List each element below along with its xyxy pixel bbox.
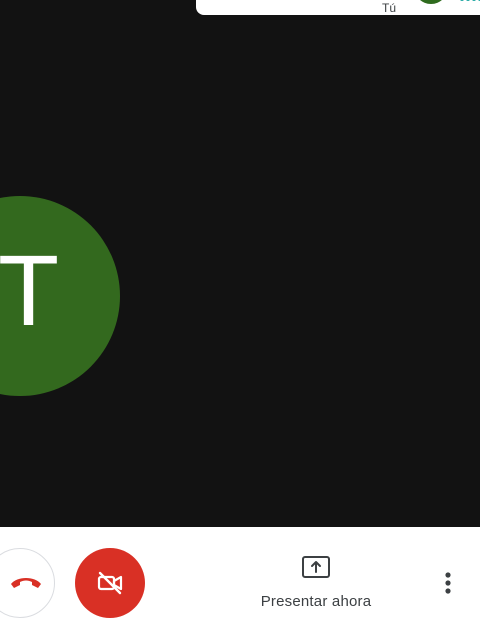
present-now-label: Presentar ahora: [260, 593, 372, 610]
self-label: Tú: [382, 1, 397, 15]
participant-initial: T: [0, 235, 60, 347]
video-toggle-button[interactable]: [75, 548, 145, 618]
avatar-icon: [414, 0, 448, 4]
more-vert-icon: [445, 572, 451, 594]
more-options-button[interactable]: [432, 567, 464, 599]
phone-hangup-icon: [11, 578, 41, 588]
participant-avatar: T: [0, 196, 120, 396]
audio-dots-icon: [460, 0, 480, 5]
present-screen-icon: [302, 556, 330, 578]
video-off-icon: [97, 571, 123, 595]
video-stage: Tú T: [0, 0, 480, 527]
self-preview-tile[interactable]: Tú: [196, 0, 480, 15]
call-controls-bar: Presentar ahora: [0, 527, 480, 633]
hangup-button[interactable]: [0, 548, 55, 618]
present-now-button[interactable]: Presentar ahora: [250, 555, 382, 611]
